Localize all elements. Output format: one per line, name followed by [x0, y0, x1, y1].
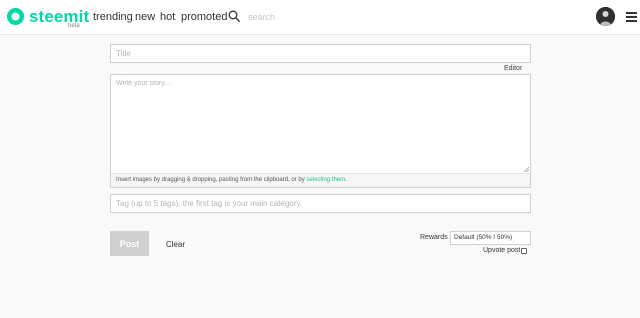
- search-icon[interactable]: [228, 10, 240, 22]
- story-textarea[interactable]: [111, 75, 530, 174]
- tags-input[interactable]: [110, 194, 531, 213]
- editor-toggle-link[interactable]: Editor: [504, 65, 522, 72]
- hamburger-menu-icon[interactable]: [626, 12, 637, 22]
- rewards-select[interactable]: Default (50% / 50%): [450, 231, 531, 245]
- nav-promoted[interactable]: promoted: [181, 11, 227, 23]
- steemit-logo-icon[interactable]: [6, 7, 25, 26]
- beta-tag: beta: [68, 23, 80, 29]
- brand-name[interactable]: steemit: [29, 7, 89, 27]
- image-upload-hint: Insert images by dragging & dropping, pa…: [111, 173, 530, 187]
- avatar[interactable]: [596, 7, 615, 26]
- nav-new[interactable]: new: [135, 11, 155, 23]
- clear-button[interactable]: Clear: [166, 240, 185, 249]
- upload-hint-text: Insert images by dragging & dropping, pa…: [116, 177, 307, 183]
- select-images-link[interactable]: selecting them: [306, 177, 345, 183]
- user-silhouette-icon: [596, 7, 615, 26]
- story-editor: Insert images by dragging & dropping, pa…: [110, 74, 531, 188]
- upvote-post-checkbox[interactable]: [521, 248, 527, 254]
- top-header: steemit beta trending new hot promoted: [0, 0, 640, 35]
- post-button[interactable]: Post: [110, 231, 149, 256]
- nav-trending[interactable]: trending: [93, 11, 133, 23]
- rewards-label: Rewards: [420, 234, 448, 241]
- upload-hint-end: .: [345, 177, 347, 183]
- upvote-post-label: Upvote post: [483, 247, 521, 254]
- resize-grip-icon[interactable]: [523, 166, 529, 172]
- nav-hot[interactable]: hot: [160, 11, 175, 23]
- search-input[interactable]: [248, 9, 368, 24]
- title-input[interactable]: [110, 44, 531, 63]
